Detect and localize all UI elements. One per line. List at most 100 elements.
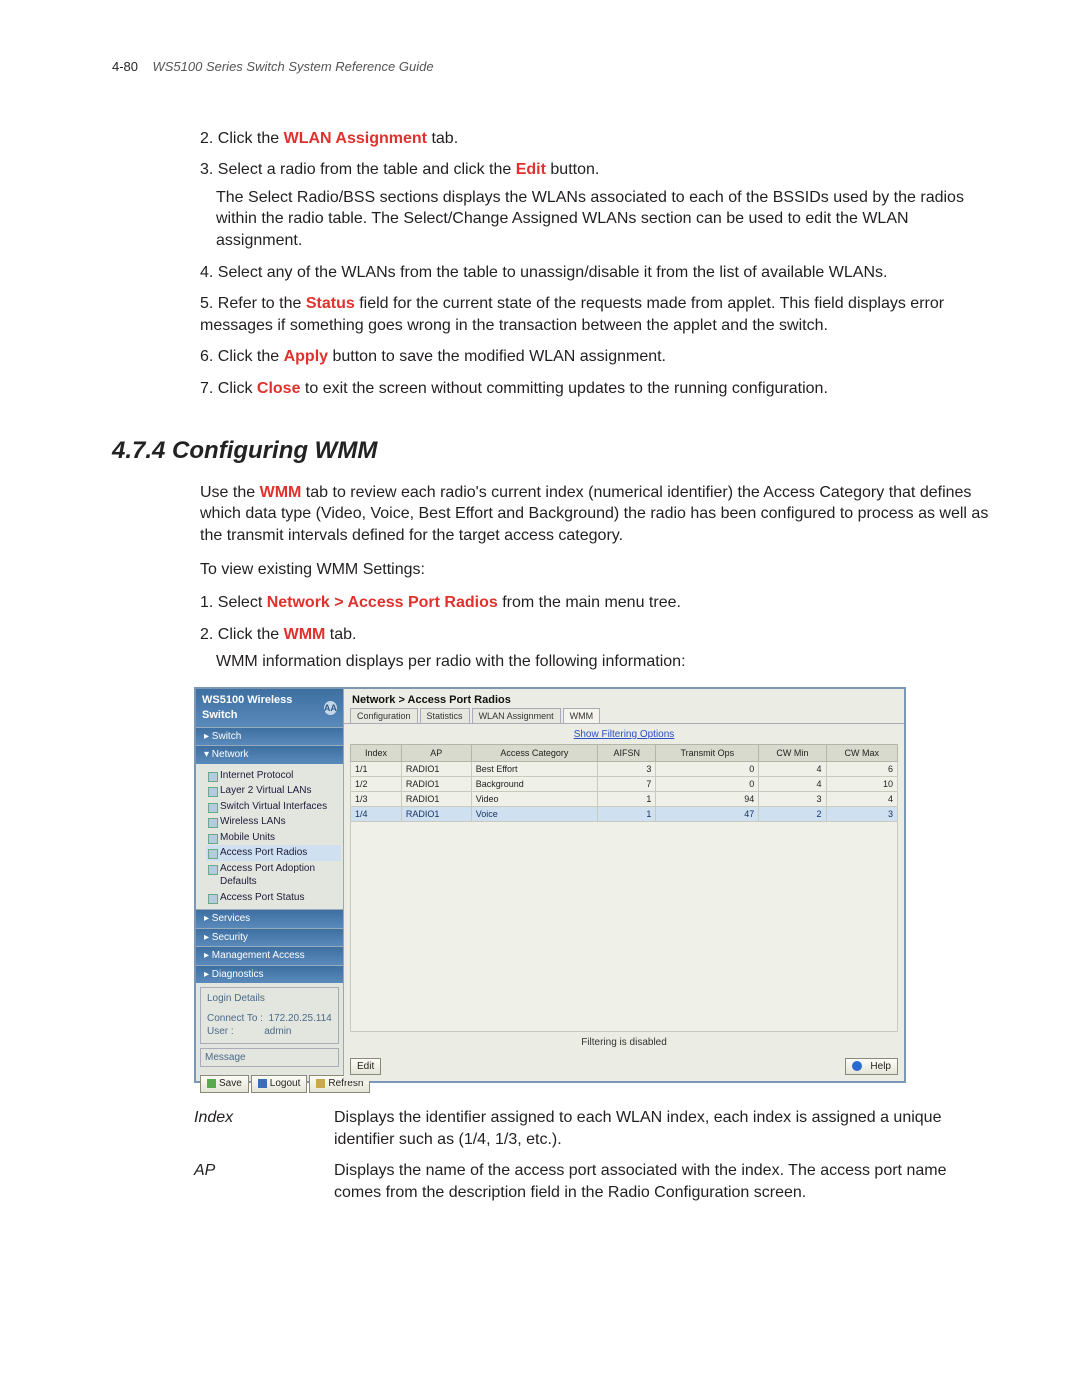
sidebar-item-switch[interactable]: ▸ Switch — [196, 727, 343, 746]
cell: 0 — [656, 761, 759, 776]
edit-bold: Edit — [516, 161, 546, 178]
step-7-c: to exit the screen without committing up… — [300, 380, 827, 397]
step-3-sub: The Select Radio/BSS sections displays t… — [216, 187, 990, 252]
th-cw-max[interactable]: CW Max — [826, 744, 897, 761]
wmm-bold-1: WMM — [260, 484, 302, 501]
table-header-row: Index AP Access Category AIFSN Transmit … — [351, 744, 898, 761]
status-bold: Status — [306, 295, 355, 312]
th-transmit-ops[interactable]: Transmit Ops — [656, 744, 759, 761]
section-steps: 1. Select Network > Access Port Radios f… — [200, 592, 990, 673]
network-tree: Internet Protocol Layer 2 Virtual LANs S… — [196, 764, 343, 910]
table-row[interactable]: 1/3 RADIO1 Video 1 94 3 4 — [351, 791, 898, 806]
sec-p1-a: Use the — [200, 484, 260, 501]
table-empty-area — [350, 822, 898, 1032]
tree-mobile-units[interactable]: Mobile Units — [206, 830, 341, 846]
step-2-c: tab. — [427, 130, 458, 147]
cell: 2 — [759, 807, 826, 822]
tab-statistics[interactable]: Statistics — [420, 708, 470, 723]
step-6-c: button to save the modified WLAN assignm… — [328, 348, 666, 365]
cell: Voice — [471, 807, 597, 822]
tree-layer2-vlans[interactable]: Layer 2 Virtual LANs — [206, 783, 341, 799]
tree-wireless-lans[interactable]: Wireless LANs — [206, 814, 341, 830]
tree-switch-virtual-interfaces[interactable]: Switch Virtual Interfaces — [206, 799, 341, 815]
cell: 7 — [598, 776, 656, 791]
cell: 1/2 — [351, 776, 402, 791]
cell: 3 — [598, 761, 656, 776]
tree-internet-protocol[interactable]: Internet Protocol — [206, 768, 341, 784]
th-access-category[interactable]: Access Category — [471, 744, 597, 761]
filter-link-row: Show Filtering Options — [344, 724, 904, 744]
sidebar-buttons: Save Logout Refresh — [196, 1071, 343, 1097]
apply-bold: Apply — [284, 348, 328, 365]
desc-row-index: Index Displays the identifier assigned t… — [194, 1107, 990, 1150]
main-panel: Network > Access Port Radios Configurati… — [344, 689, 904, 1081]
sidebar: WS5100 Wireless Switch AA ▸ Switch ▾ Net… — [196, 689, 344, 1081]
step-6-a: 6. Click the — [200, 348, 284, 365]
cell: RADIO1 — [401, 761, 471, 776]
sidebar-item-services[interactable]: ▸ Services — [196, 909, 343, 928]
desc-row-ap: AP Displays the name of the access port … — [194, 1160, 990, 1203]
cell: 47 — [656, 807, 759, 822]
cell: 3 — [826, 807, 897, 822]
th-aifsn[interactable]: AIFSN — [598, 744, 656, 761]
step-2-a: 2. Click the — [200, 130, 284, 147]
tab-configuration[interactable]: Configuration — [350, 708, 418, 723]
tab-wmm[interactable]: WMM — [563, 708, 601, 723]
step-3-a: 3. Select a radio from the table and cli… — [200, 161, 516, 178]
sidebar-item-management-access[interactable]: ▸ Management Access — [196, 946, 343, 965]
doc-title: WS5100 Series Switch System Reference Gu… — [152, 59, 433, 74]
desc-def-index: Displays the identifier assigned to each… — [334, 1107, 990, 1150]
th-ap[interactable]: AP — [401, 744, 471, 761]
sec-s1-c: from the main menu tree. — [498, 594, 681, 611]
tree-access-port-status[interactable]: Access Port Status — [206, 890, 341, 906]
page-header: 4-80 WS5100 Series Switch System Referen… — [112, 58, 990, 76]
tree-access-port-radios[interactable]: Access Port Radios — [206, 845, 341, 861]
cell: 4 — [759, 761, 826, 776]
sec-s1-a: 1. Select — [200, 594, 267, 611]
page-number: 4-80 — [112, 59, 138, 74]
sidebar-item-security[interactable]: ▸ Security — [196, 928, 343, 947]
connect-value: 172.20.25.114 — [269, 1013, 332, 1024]
sidebar-item-diagnostics[interactable]: ▸ Diagnostics — [196, 965, 343, 984]
sec-s2-sub: WMM information displays per radio with … — [216, 651, 990, 673]
desc-term-ap: AP — [194, 1160, 334, 1203]
cell: 4 — [826, 791, 897, 806]
cell: RADIO1 — [401, 791, 471, 806]
table-row-selected[interactable]: 1/4 RADIO1 Voice 1 47 2 3 — [351, 807, 898, 822]
save-button[interactable]: Save — [200, 1075, 249, 1093]
step-5-a: 5. Refer to the — [200, 295, 306, 312]
table-row[interactable]: 1/2 RADIO1 Background 7 0 4 10 — [351, 776, 898, 791]
show-filtering-options-link[interactable]: Show Filtering Options — [574, 729, 675, 740]
filter-status: Filtering is disabled — [344, 1032, 904, 1054]
sec-s2-a: 2. Click the — [200, 626, 284, 643]
sidebar-item-network[interactable]: ▾ Network — [196, 745, 343, 764]
th-cw-min[interactable]: CW Min — [759, 744, 826, 761]
app-window: WS5100 Wireless Switch AA ▸ Switch ▾ Net… — [194, 687, 906, 1083]
step-4: 4. Select any of the WLANs from the tabl… — [200, 262, 990, 284]
steps-before-section: 2. Click the WLAN Assignment tab. 3. Sel… — [200, 128, 990, 400]
close-bold: Close — [257, 380, 301, 397]
cell: 4 — [759, 776, 826, 791]
edit-button[interactable]: Edit — [350, 1058, 381, 1076]
tree-access-port-adoption-defaults[interactable]: Access Port Adoption Defaults — [206, 861, 341, 890]
brand-bar: WS5100 Wireless Switch AA — [196, 689, 343, 727]
table-row[interactable]: 1/1 RADIO1 Best Effort 3 0 4 6 — [351, 761, 898, 776]
desc-def-ap: Displays the name of the access port ass… — [334, 1160, 990, 1203]
sec-p1-c: tab to review each radio's current index… — [200, 484, 988, 544]
cell: Best Effort — [471, 761, 597, 776]
cell: Background — [471, 776, 597, 791]
cell: 94 — [656, 791, 759, 806]
tab-wlan-assignment[interactable]: WLAN Assignment — [472, 708, 561, 723]
user-value: admin — [264, 1026, 291, 1037]
login-details-box: Login Details Connect To : 172.20.25.114… — [200, 987, 339, 1044]
desc-term-index: Index — [194, 1107, 334, 1150]
breadcrumb: Network > Access Port Radios — [344, 689, 904, 708]
help-button[interactable]: Help — [845, 1058, 898, 1076]
logout-button[interactable]: Logout — [251, 1075, 308, 1093]
cell: RADIO1 — [401, 776, 471, 791]
brand-text: WS5100 Wireless Switch — [202, 693, 324, 723]
cell: 1/1 — [351, 761, 402, 776]
cell: RADIO1 — [401, 807, 471, 822]
sec-s2-c: tab. — [325, 626, 356, 643]
th-index[interactable]: Index — [351, 744, 402, 761]
